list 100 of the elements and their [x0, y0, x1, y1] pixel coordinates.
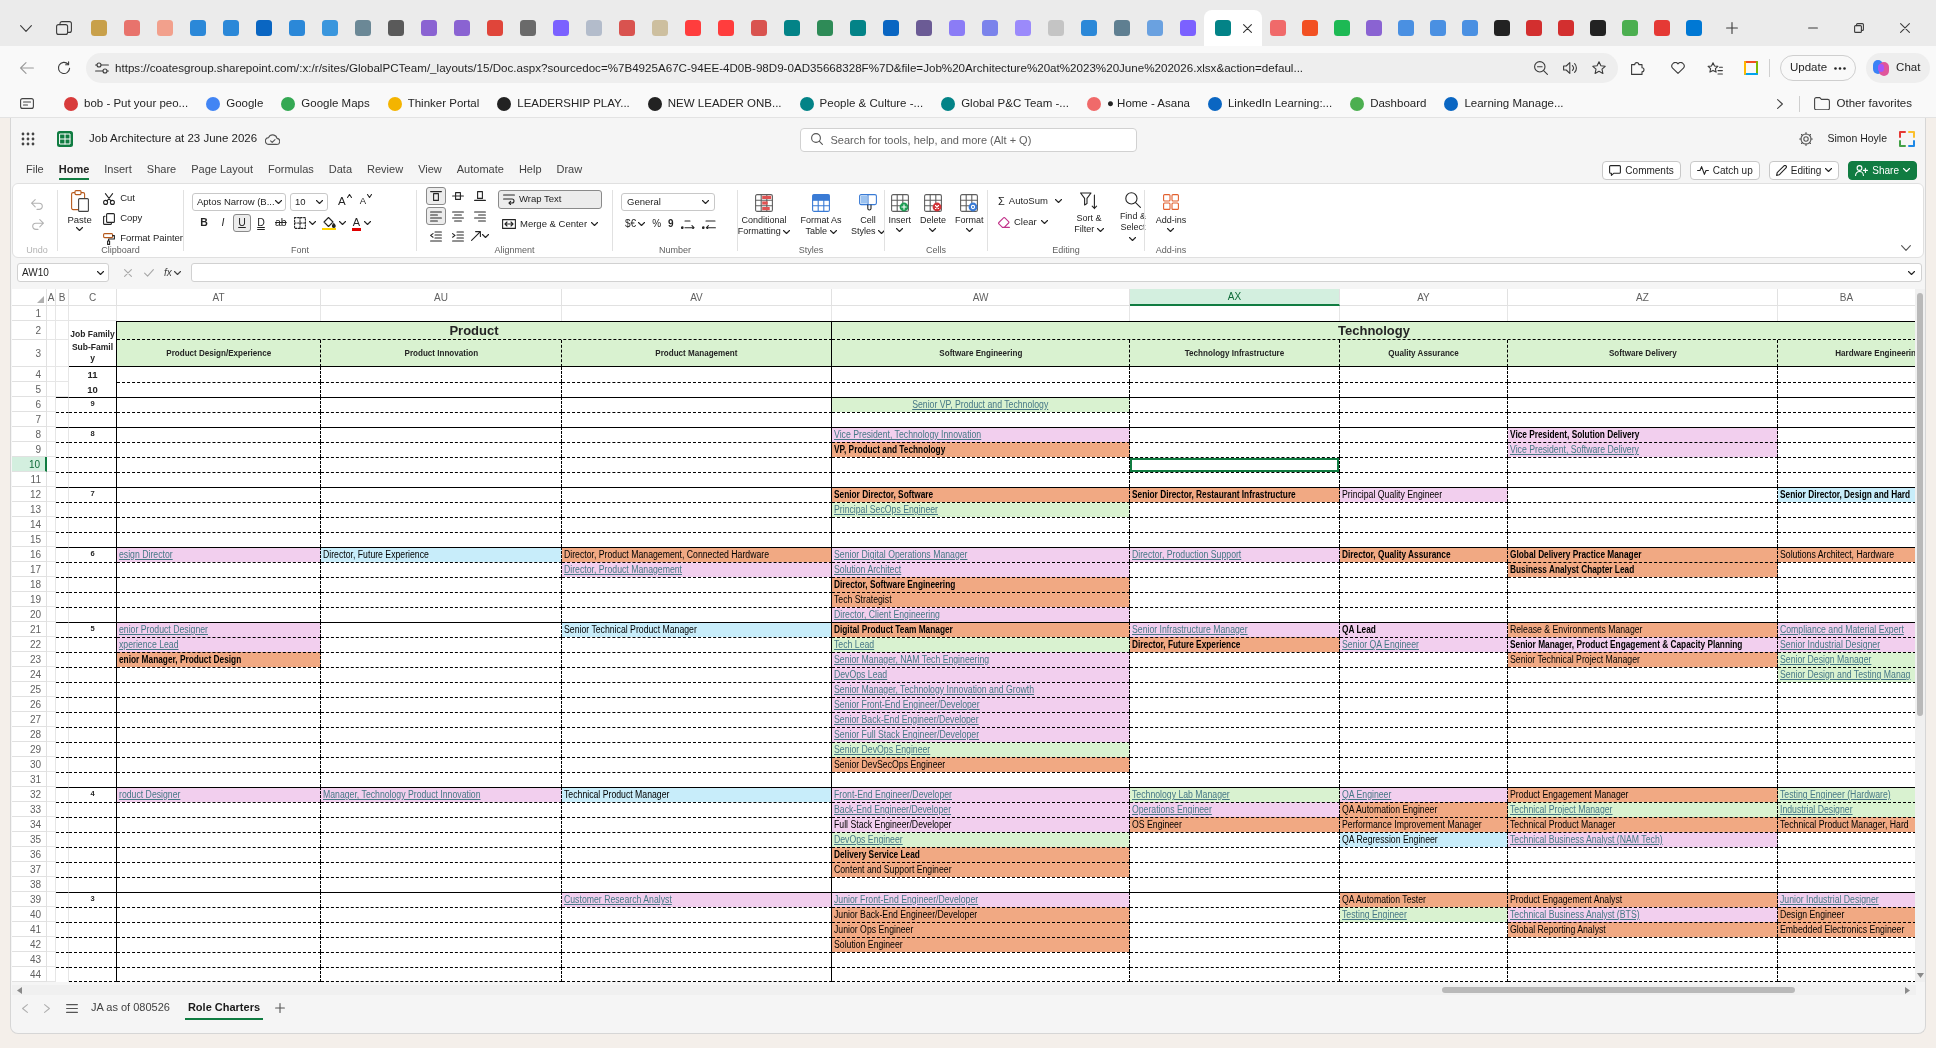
select-all-icon[interactable]: [37, 296, 44, 303]
horizontal-scrollbar[interactable]: [12, 985, 1916, 995]
bookmark[interactable]: Thinker Portal: [387, 92, 480, 115]
cell-styles-button[interactable]: Cell Styles: [851, 194, 885, 237]
cell-link[interactable]: Vice President, Technology Innovation: [834, 429, 982, 441]
sheet-tab[interactable]: JA as of 080526: [88, 996, 173, 1020]
row-number[interactable]: 31: [12, 772, 47, 787]
favicon-icon[interactable]: [750, 20, 767, 36]
grow-font-button[interactable]: A: [338, 194, 352, 210]
comments-button[interactable]: Comments: [1602, 160, 1681, 180]
cell-link[interactable]: Technology Lab Manager: [1132, 789, 1230, 801]
back-icon[interactable]: [20, 62, 34, 74]
favicon-icon[interactable]: [882, 20, 899, 36]
cell-link[interactable]: esign Director: [119, 549, 173, 561]
column-header[interactable]: AW: [832, 289, 1130, 306]
cell-link[interactable]: Back-End Engineer/Developer: [834, 804, 952, 816]
row-number[interactable]: 29: [12, 742, 47, 757]
paste-button[interactable]: Paste: [64, 190, 96, 246]
favicon-icon[interactable]: [1179, 20, 1196, 36]
name-box[interactable]: AW10: [17, 263, 109, 282]
conditional-formatting-button[interactable]: Conditional Formatting: [737, 194, 791, 237]
colorful-frame-icon[interactable]: [1899, 131, 1915, 147]
share-button[interactable]: Share: [1848, 160, 1917, 180]
tabs-icon[interactable]: [56, 21, 72, 35]
favicon-icon[interactable]: [288, 20, 305, 36]
scroll-down-icon[interactable]: [1916, 973, 1924, 978]
cell-link[interactable]: Senior Manager, Technology Innovation and Growth: [834, 684, 1035, 696]
cell-link[interactable]: Customer Research Analyst: [564, 894, 672, 906]
user-name[interactable]: Simon Hoyle: [1827, 131, 1887, 147]
star-icon[interactable]: [1592, 61, 1606, 75]
row-number[interactable]: 3: [12, 340, 47, 367]
clear-button[interactable]: Clear: [998, 215, 1062, 230]
cell-link[interactable]: Compliance and Material Expert: [1780, 624, 1904, 636]
cell-link[interactable]: Director, Product Management: [564, 564, 682, 576]
favicon-icon[interactable]: [453, 20, 470, 36]
restore-icon[interactable]: [1854, 23, 1864, 33]
plus-icon[interactable]: [275, 1003, 286, 1013]
row-number[interactable]: 1: [12, 306, 47, 321]
cell-link[interactable]: Senior Front-End Engineer/Developer: [834, 699, 980, 711]
autosum-button[interactable]: Σ AutoSum: [998, 194, 1062, 209]
format-painter-button[interactable]: Format Painter: [103, 231, 183, 246]
row-number[interactable]: 30: [12, 757, 47, 772]
row-number[interactable]: 44: [12, 967, 47, 982]
column-header[interactable]: AX: [1130, 289, 1340, 306]
cell-link[interactable]: DevOps Lead: [834, 669, 888, 681]
scrollbar-thumb[interactable]: [1442, 987, 1795, 993]
cell-link[interactable]: Tech Lead: [834, 639, 875, 651]
cell-link[interactable]: Senior Design and Testing Manag: [1780, 669, 1911, 681]
row-number[interactable]: 9: [12, 442, 47, 457]
decrease-indent-icon[interactable]: [430, 230, 442, 242]
cell-link[interactable]: Senior Digital Operations Manager: [834, 549, 968, 561]
chevron-down-icon[interactable]: [1901, 245, 1911, 251]
row-number[interactable]: 21: [12, 622, 47, 637]
vertical-scrollbar[interactable]: [1915, 289, 1925, 982]
cell-link[interactable]: DevOps Engineer: [834, 834, 903, 846]
cut-button[interactable]: Cut: [103, 191, 183, 206]
favicon-icon[interactable]: [684, 20, 701, 36]
row-number[interactable]: 42: [12, 937, 47, 952]
menu-tab[interactable]: Help: [518, 160, 542, 180]
favicon-icon[interactable]: [981, 20, 998, 36]
zoom-out-icon[interactable]: [1534, 61, 1548, 75]
cell-link[interactable]: Senior Manager, NAM Tech Engineering: [834, 654, 990, 666]
align-bottom-icon[interactable]: [474, 191, 486, 201]
align-center-icon[interactable]: [452, 210, 464, 222]
close-icon[interactable]: [1900, 23, 1910, 33]
sort-filter-button[interactable]: Sort & Filter: [1072, 192, 1105, 244]
search-field[interactable]: Search for tools, help, and more (Alt + Q): [799, 128, 1137, 152]
row-number[interactable]: 37: [12, 862, 47, 877]
cell-link[interactable]: Technical Business Analyst (NAM Tech): [1510, 834, 1663, 846]
address-bar[interactable]: https://coatesgroup.sharepoint.com/:x:/r/sites/GlobalPCTeam/_layouts/15/Doc.aspx?sourcedoc=%7B4925A67C-94EE-4D0B-98D9-0AD35668328F%7D&file=Job%20Architecture%20at%2023%20June%202026.xlsx&action=defaul...: [86, 53, 1618, 83]
row-number[interactable]: 25: [12, 682, 47, 697]
bookmark[interactable]: Google: [206, 92, 264, 115]
bookmark[interactable]: ● Home - Asana: [1086, 92, 1190, 115]
other-favorites[interactable]: Other favorites: [1813, 94, 1912, 113]
row-number[interactable]: 34: [12, 817, 47, 832]
row-number[interactable]: 17: [12, 562, 47, 577]
menu-tab[interactable]: Data: [328, 160, 353, 180]
increase-decimal-icon[interactable]: [680, 218, 695, 229]
favicon-icon[interactable]: [1080, 20, 1097, 36]
underline-button[interactable]: U: [233, 214, 251, 232]
align-right-icon[interactable]: [474, 210, 486, 222]
favicon-icon[interactable]: [1494, 20, 1510, 36]
chevron-left-icon[interactable]: [22, 1003, 28, 1013]
cell-link[interactable]: Front-End Engineer/Developer: [834, 789, 952, 801]
cell-link[interactable]: roduct Designer: [119, 789, 181, 801]
row-number[interactable]: 12: [12, 487, 47, 502]
column-header[interactable]: AY: [1340, 289, 1508, 306]
menu-tab[interactable]: Share: [146, 160, 177, 180]
row-number[interactable]: 2: [12, 321, 47, 340]
chevron-down-icon[interactable]: [1908, 270, 1915, 275]
column-header[interactable]: AU: [321, 289, 562, 306]
row-number[interactable]: 6: [12, 397, 47, 412]
orientation-icon[interactable]: [471, 231, 481, 241]
percent-button[interactable]: %: [652, 216, 662, 231]
heart-icon[interactable]: [1671, 62, 1685, 74]
cell-link[interactable]: Director, Client Engineering: [834, 609, 940, 621]
cell-link[interactable]: Senior DevOps Engineer: [834, 744, 931, 756]
settings-icon[interactable]: [1799, 132, 1814, 146]
align-middle-icon[interactable]: [452, 191, 464, 201]
row-number[interactable]: 33: [12, 802, 47, 817]
